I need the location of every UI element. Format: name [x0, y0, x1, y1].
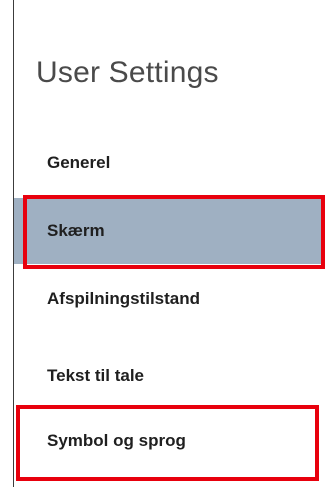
nav-item-label: Skærm	[47, 221, 105, 240]
nav-item-label: Generel	[47, 153, 111, 172]
nav-item-symbol-og-sprog[interactable]: Symbol og sprog	[14, 408, 324, 474]
nav-item-label: Afspilningstilstand	[47, 289, 200, 308]
nav-item-tekst-til-tale[interactable]: Tekst til tale	[14, 343, 324, 409]
nav-item-afspilningstilstand[interactable]: Afspilningstilstand	[14, 266, 324, 332]
panel-title: User Settings	[36, 56, 219, 89]
nav-item-skaerm[interactable]: Skærm	[14, 198, 324, 264]
nav-item-generel[interactable]: Generel	[14, 130, 324, 196]
settings-panel: User Settings Generel Skærm Afspilningst…	[0, 0, 329, 487]
nav-item-label: Tekst til tale	[47, 366, 144, 385]
nav-item-label: Symbol og sprog	[47, 431, 186, 450]
